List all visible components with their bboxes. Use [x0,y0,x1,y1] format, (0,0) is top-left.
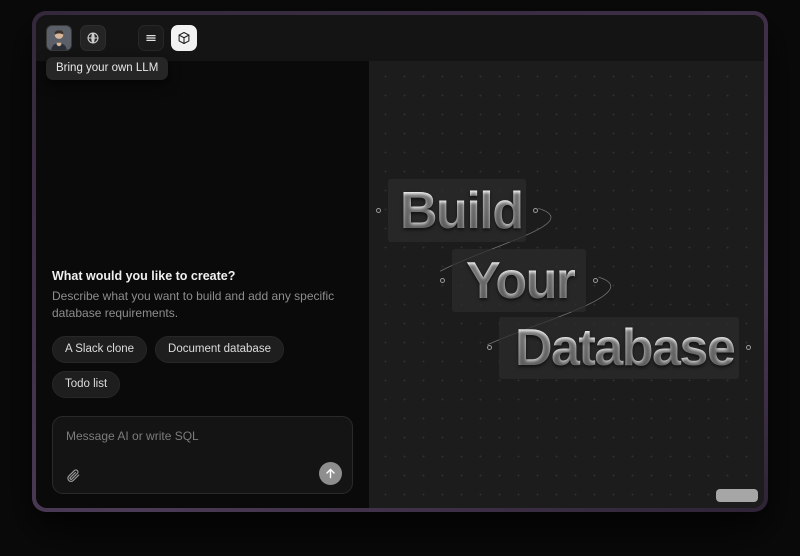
suggestion-chip-slack-clone[interactable]: A Slack clone [52,336,148,363]
hamburger-menu-icon [146,35,156,41]
node-port-right[interactable] [746,345,751,350]
attach-file-button[interactable] [64,466,82,484]
avatar-photo-icon [47,26,71,50]
canvas-node-label: Build [400,181,524,240]
arrow-up-icon [326,468,335,479]
view-toggle-group [138,25,197,51]
canvas-panel[interactable]: Build Your Database [370,61,764,508]
suggestion-chip-list: A Slack clone Document database Todo lis… [52,336,353,398]
canvas-node-label: Database [515,319,736,377]
globe-arrow-icon [87,32,99,44]
database-box-icon [178,31,190,45]
window-inner: Bring your own LLM What would you like t… [36,15,764,508]
message-input-placeholder: Message AI or write SQL [66,429,199,443]
canvas-node-database[interactable]: Database [487,317,751,379]
avatar[interactable] [46,25,72,51]
header-toolbar [36,15,764,61]
main-body: What would you like to create? Describe … [36,61,764,508]
canvas-scroll-indicator[interactable] [716,489,758,502]
paperclip-icon [66,468,79,482]
node-port-left[interactable] [487,345,492,350]
prompt-subtext: Describe what you want to build and add … [52,288,335,320]
node-port-left[interactable] [440,277,445,283]
canvas-view-button[interactable] [171,25,197,51]
tooltip-bring-your-own-llm: Bring your own LLM [46,57,169,80]
canvas-node-label: Your [466,251,576,310]
suggestion-chip-document-database[interactable]: Document database [155,336,284,363]
canvas-node-build[interactable]: Build [376,179,538,242]
bring-your-own-llm-button[interactable] [80,25,106,51]
prompt-heading: What would you like to create? [52,268,236,283]
node-port-left[interactable] [376,207,381,213]
node-port-right[interactable] [533,207,538,213]
chat-panel: What would you like to create? Describe … [36,61,370,508]
list-view-button[interactable] [138,25,164,51]
message-composer[interactable]: Message AI or write SQL [52,416,353,494]
node-port-right[interactable] [593,277,598,283]
canvas-node-your[interactable]: Your [440,249,598,312]
app-window: Bring your own LLM What would you like t… [32,11,768,512]
send-message-button[interactable] [319,462,342,485]
suggestion-chip-todo-list[interactable]: Todo list [52,371,121,398]
